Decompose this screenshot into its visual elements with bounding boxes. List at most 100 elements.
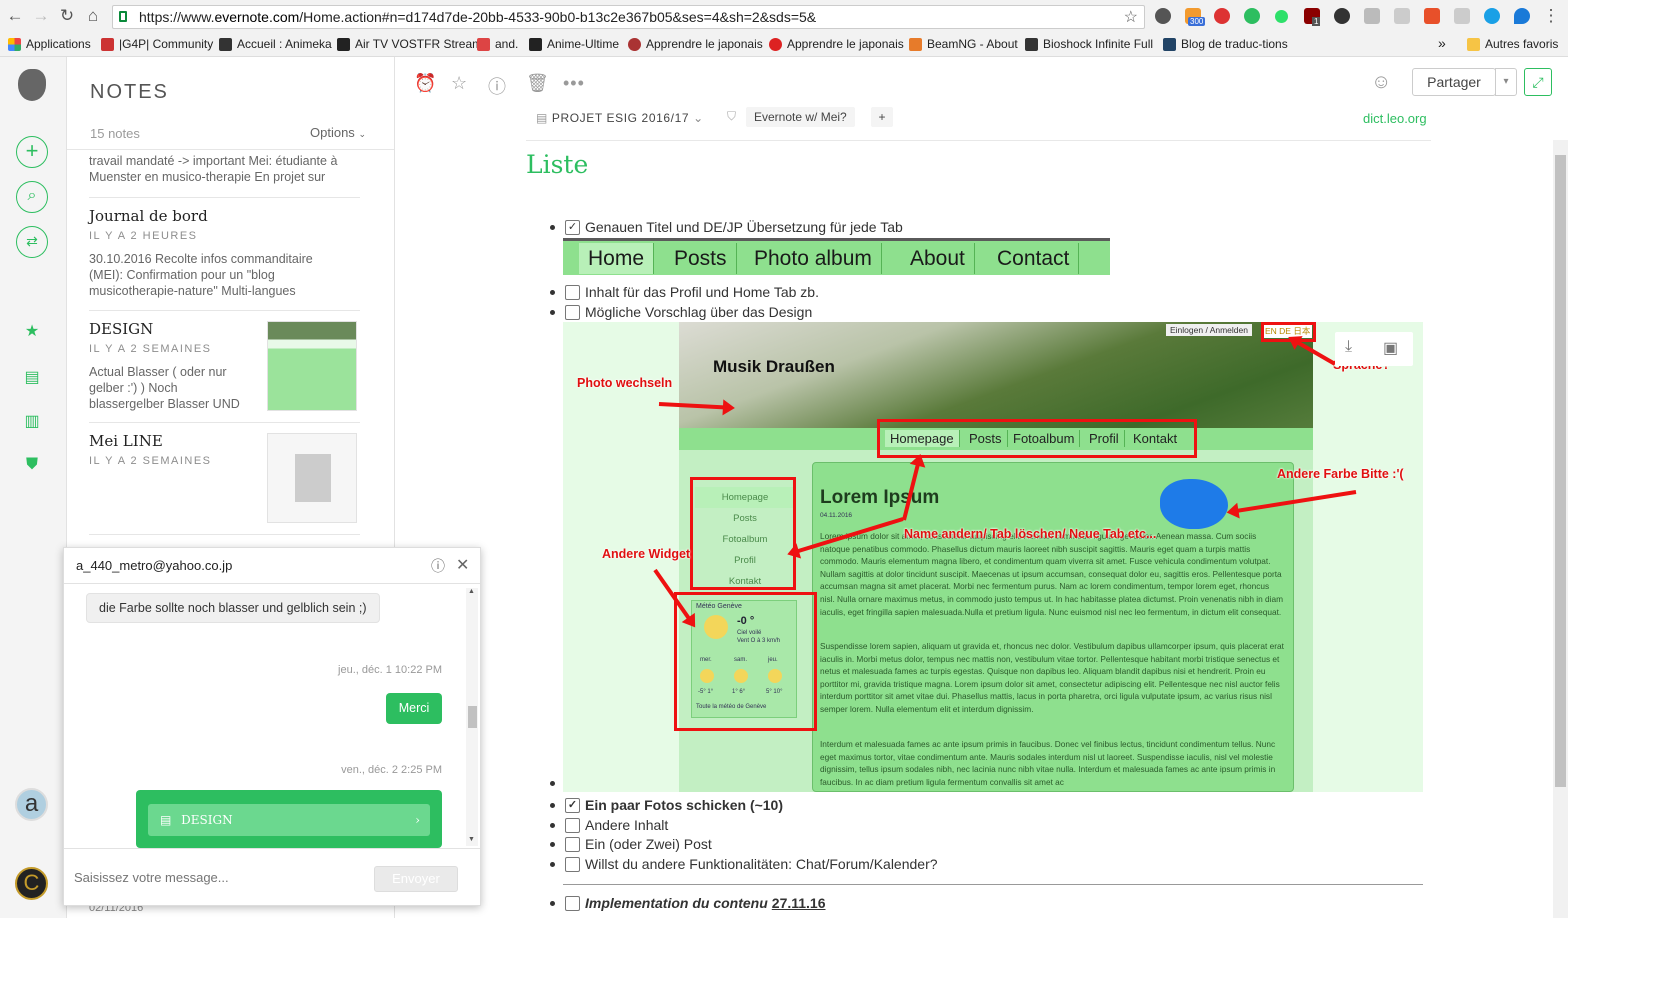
rss-icon[interactable]: 300: [1185, 8, 1206, 26]
incoming-message: die Farbe sollte noch blasser und gelbli…: [86, 593, 380, 623]
checkbox-checked[interactable]: ✓: [565, 797, 580, 813]
nav-tab-contact: Contact: [988, 243, 1080, 274]
bookmark-item[interactable]: |G4P| Community: [101, 37, 213, 51]
bookmark-item[interactable]: Air TV VOSTFR Stream: [337, 37, 482, 51]
checklist-text: Implementation du contenu: [585, 895, 768, 911]
reload-icon[interactable]: ↻: [57, 6, 77, 26]
scroll-down-icon[interactable]: ▼: [468, 836, 475, 843]
bookmark-item[interactable]: Apprendre le japonais: [769, 37, 904, 51]
bookmark-item[interactable]: Applications: [8, 37, 91, 51]
notes-options-dropdown[interactable]: Options ⌄: [310, 125, 366, 140]
checkbox[interactable]: [565, 817, 580, 833]
note-snippet: travail mandaté -> important Mei: étudia…: [89, 154, 338, 184]
annotation-label: Photo wechseln: [577, 376, 673, 390]
download-icon[interactable]: ⤓: [1345, 338, 1352, 356]
scroll-up-icon[interactable]: ▲: [468, 588, 475, 595]
checkbox[interactable]: [565, 284, 580, 300]
note-list-item[interactable]: Journal de bord IL Y A 2 HEURES 30.10.20…: [89, 207, 360, 311]
design-mockup-image[interactable]: Einlogen / Anmelden EN DE 日本 Musik Drauß…: [563, 322, 1423, 792]
checkbox[interactable]: [565, 304, 580, 320]
image-tools: ⤓ ▣: [1335, 332, 1413, 366]
annotation-label: Name andern/ Tab löschen/ Neue Tab etc..…: [904, 527, 1157, 541]
address-bar[interactable]: https://www.evernote.com/Home.action#n=d…: [112, 5, 1145, 29]
info-icon[interactable]: ⓘ: [488, 73, 506, 99]
share-button[interactable]: Partager: [1412, 68, 1496, 96]
shared-note-title: DESIGN: [181, 813, 233, 827]
evernote-logo-icon[interactable]: [18, 69, 46, 101]
image-view-icon[interactable]: ▣: [1383, 338, 1398, 358]
tag-chip[interactable]: Evernote w/ Mei?: [746, 107, 855, 127]
office-icon[interactable]: [1424, 8, 1440, 24]
forward-icon[interactable]: →: [31, 6, 51, 26]
new-note-icon[interactable]: +: [16, 136, 48, 168]
source-url[interactable]: dict.leo.org: [1363, 111, 1427, 126]
checkbox[interactable]: [565, 836, 580, 852]
notebooks-icon[interactable]: ▥: [23, 411, 41, 430]
star-icon[interactable]: ☆: [451, 73, 467, 94]
notes-icon[interactable]: ▤: [23, 367, 41, 386]
chat-scrollbar-thumb[interactable]: [468, 706, 477, 728]
bookmarks-overflow[interactable]: »: [1438, 35, 1446, 51]
bookmark-label: |G4P| Community: [119, 37, 214, 51]
user-avatar[interactable]: a: [15, 788, 48, 821]
mockup-paragraph: Interdum et malesuada fames ac ante ipsu…: [820, 739, 1276, 787]
checklist-text: Willst du andere Funktionalitäten: Chat/…: [585, 856, 938, 872]
note-title[interactable]: Liste: [526, 150, 588, 179]
checkbox[interactable]: [565, 895, 580, 911]
bookmark-item[interactable]: Apprendre le japonais: [628, 37, 763, 51]
notebook-selector[interactable]: ▤ PROJET ESIG 2016/17 ⌄: [536, 111, 704, 125]
add-tag-button[interactable]: +: [871, 107, 893, 127]
bookmark-item[interactable]: Bioshock Infinite Full: [1025, 37, 1153, 51]
send-button[interactable]: Envoyer: [374, 866, 458, 892]
extension-icon[interactable]: [1155, 8, 1171, 24]
extension-icon[interactable]: [1394, 8, 1410, 24]
bookmark-star-icon[interactable]: ☆: [1124, 7, 1138, 27]
bookmark-item[interactable]: Accueil : Animeka: [219, 37, 332, 51]
extension-icon[interactable]: [1275, 10, 1288, 23]
bookmark-item[interactable]: and.: [477, 37, 518, 51]
bookmark-item[interactable]: Blog de traduc-tions: [1163, 37, 1288, 51]
chat-header: a_440_metro@yahoo.co.jp ⓘ ✕: [64, 548, 480, 584]
info-icon[interactable]: ⓘ: [431, 556, 445, 576]
extension-icon[interactable]: [1454, 8, 1470, 24]
skype-icon[interactable]: [1484, 8, 1500, 24]
trash-icon[interactable]: 🗑: [526, 73, 549, 94]
account-avatar[interactable]: C: [15, 867, 48, 900]
checkbox-checked[interactable]: ✓: [565, 219, 580, 235]
bookmark-item[interactable]: BeamNG - About: [909, 37, 1018, 51]
mockup-paragraph: Suspendisse lorem sapien, aliquam ut gra…: [820, 641, 1284, 714]
note-list-item[interactable]: travail mandaté -> important Mei: étudia…: [89, 153, 360, 198]
share-dropdown[interactable]: ▾: [1495, 68, 1517, 96]
note-list-item[interactable]: Mei LINE IL Y A 2 SEMAINES: [89, 432, 360, 535]
checklist-text: Genauen Titel und DE/JP Übersetzung für …: [585, 219, 903, 235]
note-thumbnail: [267, 433, 357, 523]
checklist-text: Andere Inhalt: [585, 817, 669, 833]
work-chat-icon[interactable]: ⇄: [16, 226, 48, 258]
other-bookmarks[interactable]: Autres favoris: [1467, 37, 1558, 51]
extension-icon[interactable]: [1214, 8, 1230, 24]
reminder-icon[interactable]: ⏰: [414, 73, 436, 94]
checkbox[interactable]: [565, 856, 580, 872]
notebook-label: PROJET ESIG 2016/17: [551, 111, 690, 125]
shared-note-link[interactable]: ▤ DESIGN ›: [148, 804, 430, 836]
shortcuts-star-icon[interactable]: ★: [23, 321, 41, 340]
bookmark-item[interactable]: Anime-Ultime: [529, 37, 619, 51]
menu-icon[interactable]: ⋮: [1541, 6, 1561, 26]
close-icon[interactable]: ✕: [456, 555, 469, 575]
back-icon[interactable]: ←: [5, 6, 25, 26]
ublock-icon[interactable]: 1: [1304, 8, 1321, 26]
extension-icon[interactable]: [1334, 8, 1350, 24]
extension-icon[interactable]: [1244, 8, 1260, 24]
chat-message-input[interactable]: [74, 870, 364, 885]
extension-icon[interactable]: [1364, 8, 1380, 24]
editor-scrollbar-thumb[interactable]: [1555, 155, 1566, 787]
search-icon[interactable]: ⌕: [16, 181, 48, 213]
collaborators-icon[interactable]: ☺: [1371, 71, 1391, 94]
bookmark-label: and.: [495, 37, 519, 51]
home-icon[interactable]: ⌂: [83, 6, 103, 26]
extension-icon[interactable]: [1514, 8, 1530, 24]
more-icon[interactable]: •••: [563, 73, 585, 94]
tags-icon[interactable]: ⛊: [23, 456, 41, 474]
expand-icon[interactable]: ⤢: [1524, 68, 1552, 96]
note-list-item[interactable]: DESIGN IL Y A 2 SEMAINES Actual Blasser …: [89, 320, 360, 423]
